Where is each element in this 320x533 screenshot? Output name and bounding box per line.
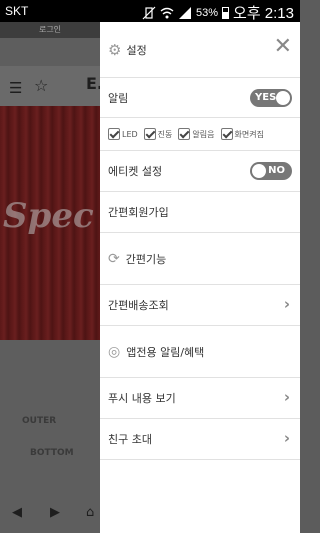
simple-delivery-label: 간편배송조회 [108, 299, 169, 312]
alarm-row: 알림 YES [100, 78, 300, 118]
checkbox-checked-icon [143, 128, 156, 140]
vibrate-mute-icon [142, 6, 156, 20]
close-icon[interactable]: ✕ [274, 36, 292, 58]
alarm-toggle[interactable]: YES [250, 88, 292, 107]
toggle-knob [276, 90, 290, 105]
sound-label: 알림음 [192, 129, 215, 139]
signal-icon [178, 6, 192, 20]
refresh-icon: ⟳ [108, 250, 120, 267]
category-bottom[interactable]: BOTTOM [30, 448, 74, 458]
carrier-label: SKT [5, 4, 29, 18]
battery-icon [222, 6, 230, 19]
toggle-knob [252, 164, 266, 178]
chevron-right-icon: › [283, 388, 290, 407]
category-outer[interactable]: OUTER [22, 416, 56, 426]
status-bar: SKT 53% 오후 2:13 [0, 0, 300, 22]
app-benefit-item[interactable]: ◎ 앱전용 알림/혜택 [100, 326, 300, 378]
checkbox-checked-icon [220, 128, 233, 140]
etiquette-row: 에티켓 설정 NO [100, 151, 300, 192]
simple-function-label: 간편기능 [125, 252, 167, 266]
simple-function-item[interactable]: ⟳ 간편기능 [100, 233, 300, 285]
alarm-toggle-label: YES [255, 91, 277, 103]
forward-arrow-icon[interactable]: ▶ [50, 505, 60, 520]
banner-text: Spec [3, 196, 94, 236]
hamburger-menu-icon[interactable]: ☰ [9, 79, 22, 97]
wifi-icon [160, 6, 174, 20]
screen-on-checkbox[interactable]: 화면켜짐 [220, 128, 264, 140]
back-arrow-icon[interactable]: ◀ [12, 505, 22, 520]
push-view-label: 푸시 내용 보기 [108, 392, 176, 405]
screen-on-label: 화면켜짐 [234, 129, 264, 139]
simple-delivery-item[interactable]: 간편배송조회 › [100, 285, 300, 326]
etiquette-toggle-label: NO [268, 165, 285, 176]
target-icon: ◎ [108, 343, 121, 360]
alarm-label: 알림 [108, 91, 129, 105]
sound-checkbox[interactable]: 알림음 [178, 128, 215, 140]
star-icon[interactable]: ☆ [34, 76, 48, 95]
vibrate-label: 진동 [157, 129, 173, 139]
battery-percent: 53% [196, 6, 219, 19]
alarm-options-row: LED 진동 알림음 화면켜짐 [100, 118, 300, 151]
etiquette-label: 에티켓 설정 [108, 165, 163, 178]
drawer-header: ⚙ 설정 ✕ [100, 22, 300, 78]
app-benefit-label: 앱전용 알림/혜택 [126, 345, 205, 359]
settings-drawer: ⚙ 설정 ✕ 알림 YES LED 진동 알림음 화면켜짐 에티켓 설정 NO … [100, 22, 300, 533]
status-icons: 53% 오후 2:13 [142, 2, 294, 23]
checkbox-checked-icon [108, 128, 120, 140]
invite-friend-item[interactable]: 친구 초대 › [100, 419, 300, 460]
simple-signup-label: 간편회원가입 [108, 206, 169, 219]
led-checkbox[interactable]: LED [108, 128, 138, 140]
etiquette-toggle[interactable]: NO [250, 162, 292, 180]
chevron-right-icon: › [283, 429, 290, 448]
vibrate-checkbox[interactable]: 진동 [143, 128, 173, 140]
clock: 오후 2:13 [233, 5, 294, 22]
simple-signup-item[interactable]: 간편회원가입 [100, 192, 300, 233]
bottom-nav: ◀ ▶ ⌂ [0, 493, 100, 533]
led-label: LED [122, 129, 138, 139]
promo-banner[interactable]: Spec [0, 106, 100, 340]
drawer-title: 설정 [126, 43, 147, 57]
push-view-item[interactable]: 푸시 내용 보기 › [100, 378, 300, 419]
home-icon[interactable]: ⌂ [86, 505, 94, 520]
chevron-right-icon: › [283, 295, 290, 314]
app-header: ☰ ☆ E. [0, 66, 103, 106]
invite-friend-label: 친구 초대 [108, 433, 152, 446]
login-link[interactable]: 로그인 [0, 22, 100, 38]
checkbox-checked-icon [178, 128, 191, 140]
gear-icon: ⚙ [108, 40, 122, 59]
